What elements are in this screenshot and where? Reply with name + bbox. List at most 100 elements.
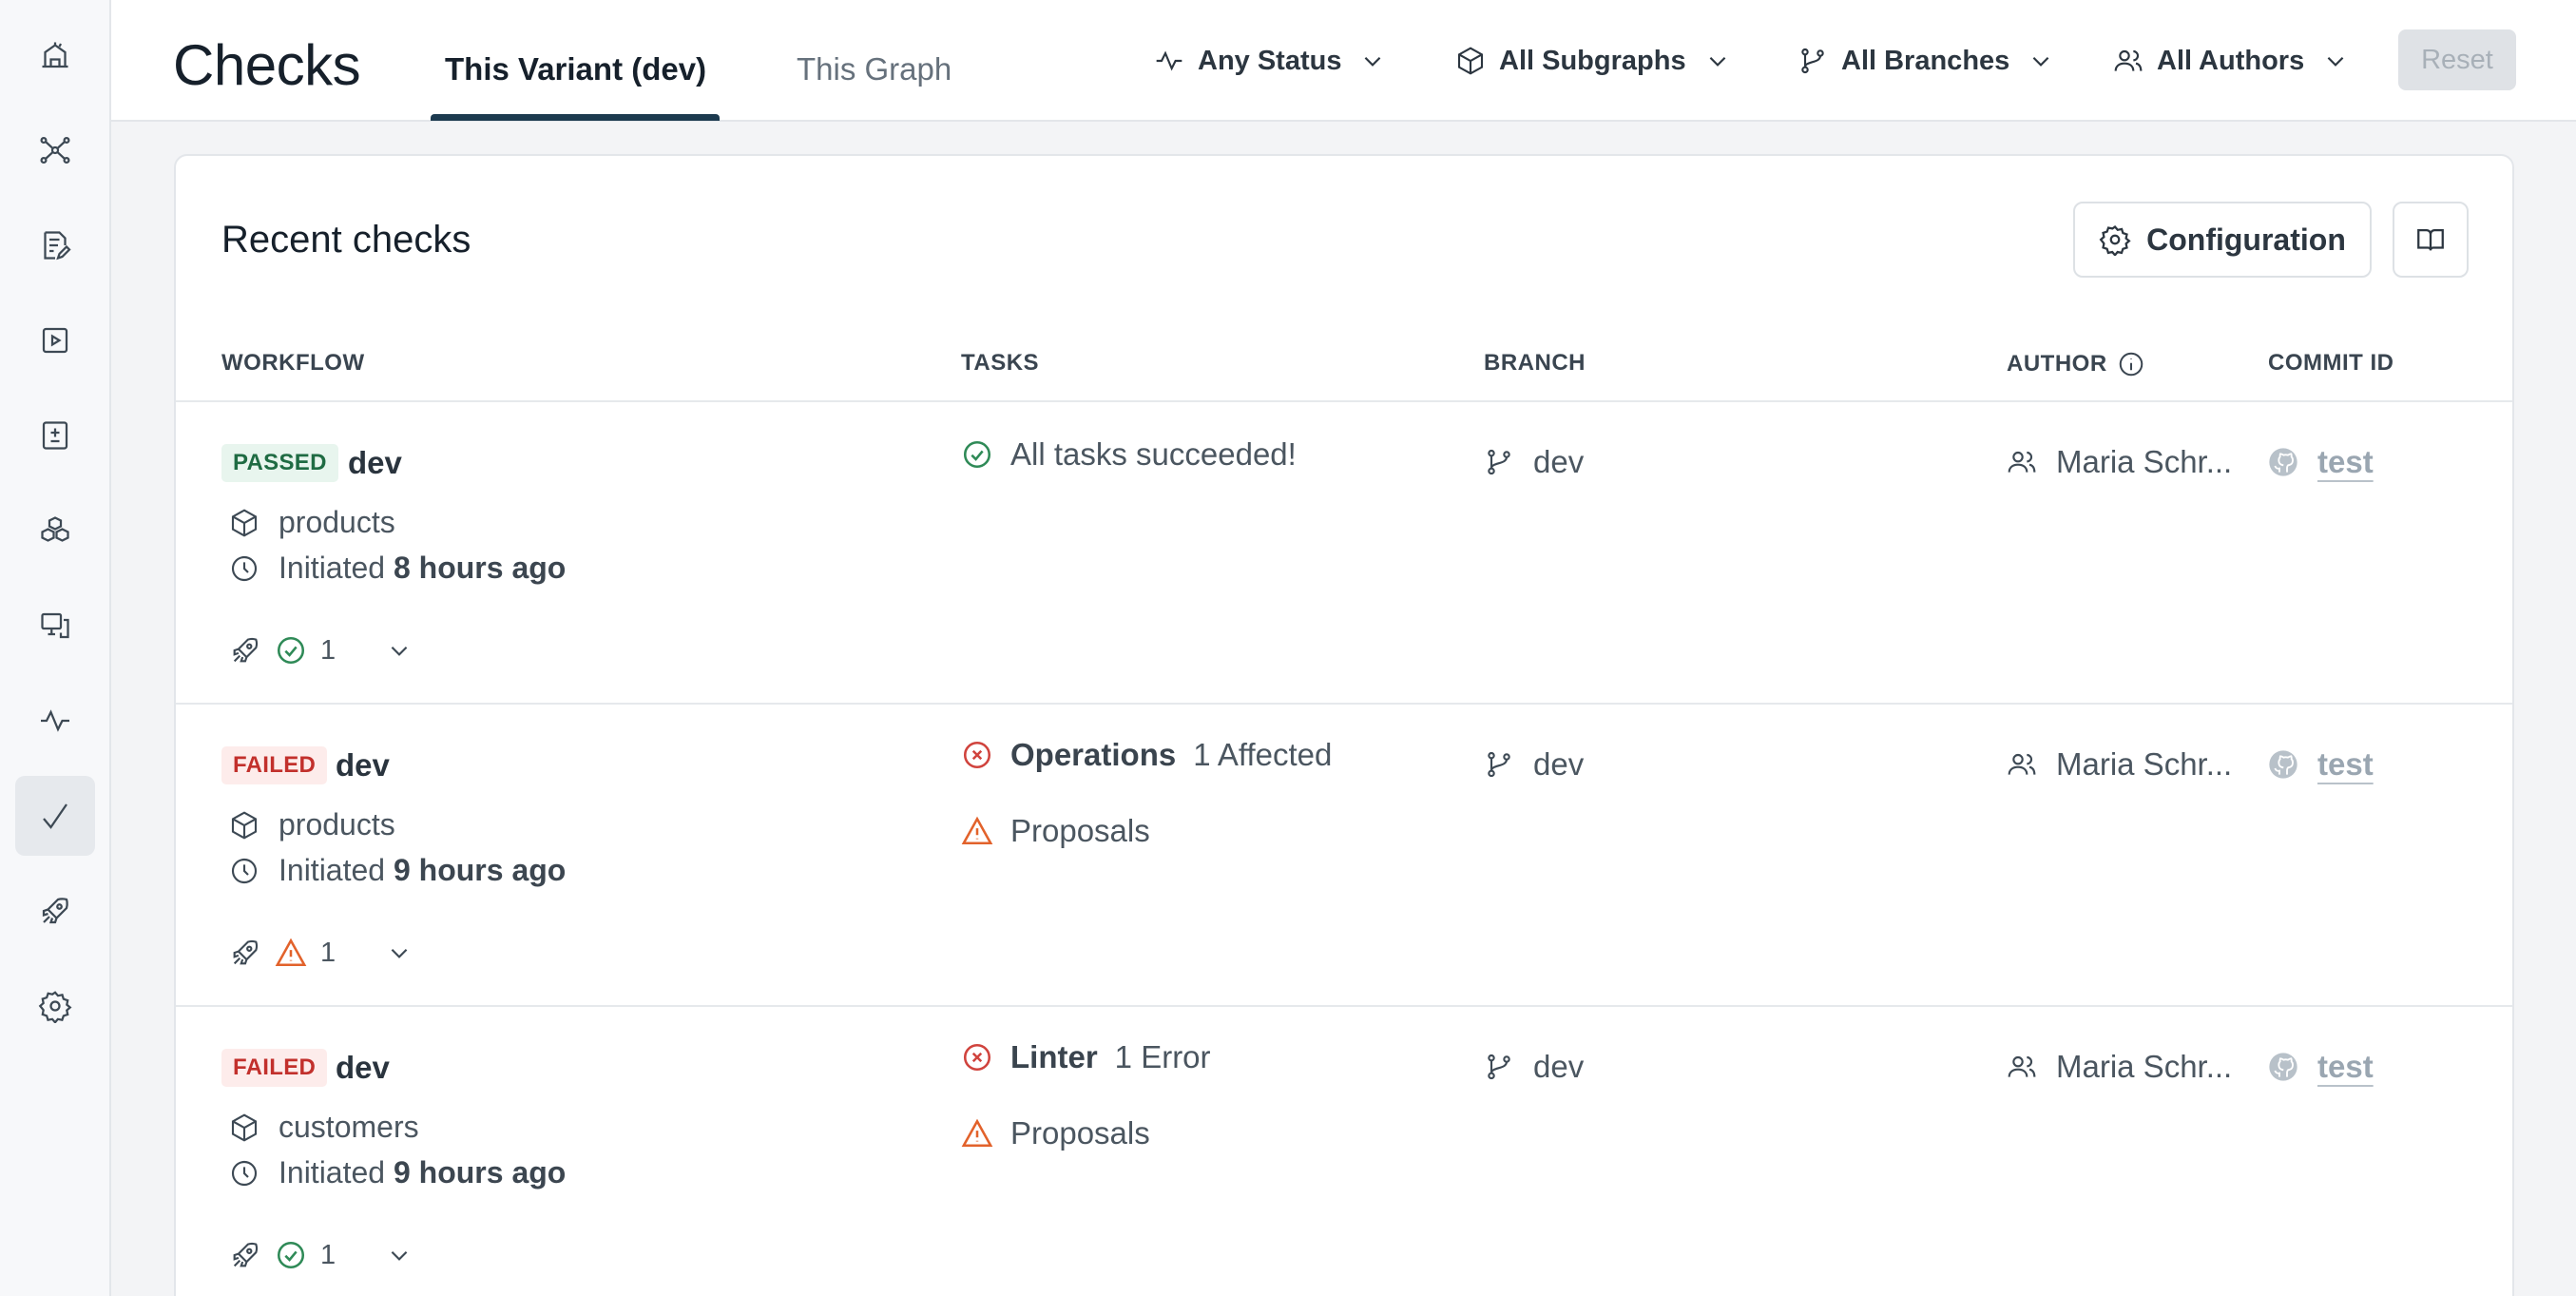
box-icon <box>231 508 258 537</box>
subgraphs-icon[interactable] <box>15 491 95 571</box>
launches-icon <box>233 939 259 965</box>
explorer-play-icon[interactable] <box>15 300 95 380</box>
error-circle-icon <box>963 1043 991 1072</box>
tab-this-graph[interactable]: This Graph <box>797 51 952 87</box>
task-item[interactable]: Proposals <box>961 1115 1150 1151</box>
table-row[interactable]: PASSED dev products Initiated 8 hours ag… <box>176 402 2512 705</box>
workflow-variant: dev <box>348 445 402 480</box>
col-header-tasks: TASKS <box>961 350 1040 376</box>
branch-icon <box>1801 48 1824 74</box>
col-header-workflow: WORKFLOW <box>221 350 365 376</box>
commit-cell[interactable]: test <box>2268 444 2374 480</box>
col-header-branch: BRANCH <box>1484 350 1586 376</box>
settings-icon[interactable] <box>15 966 95 1046</box>
chevron-down-icon[interactable] <box>387 638 412 663</box>
docs-button[interactable] <box>2393 202 2469 278</box>
workflow-variant: dev <box>336 747 390 783</box>
status-badge: FAILED <box>221 746 328 784</box>
subgraph-name: products <box>279 505 395 539</box>
workflow-variant: dev <box>336 1050 390 1085</box>
check-circle-icon <box>963 440 991 469</box>
initiated-line: Initiated 9 hours ago <box>229 1155 566 1190</box>
launches-icon[interactable] <box>15 871 95 951</box>
commit-link[interactable]: test <box>2317 444 2374 480</box>
insights-icon[interactable] <box>15 681 95 761</box>
branch-icon <box>1488 1054 1510 1080</box>
status-badge: PASSED <box>221 444 338 482</box>
author-name: Maria Schr... <box>2056 1049 2233 1084</box>
author-cell: Maria Schr... <box>2007 1049 2232 1085</box>
summary-count: 1 <box>320 1239 336 1270</box>
page-title: Checks <box>173 33 361 97</box>
col-header-commit: COMMIT ID <box>2268 350 2394 376</box>
task-item[interactable]: Proposals <box>961 813 1150 849</box>
home-icon[interactable] <box>15 15 95 95</box>
task-summary[interactable]: 1 <box>229 937 412 969</box>
warning-icon <box>961 1118 993 1148</box>
reset-button[interactable]: Reset <box>2398 29 2516 90</box>
configuration-label: Configuration <box>2146 222 2346 257</box>
subgraph-line: customers <box>229 1110 419 1145</box>
subgraph-name: customers <box>279 1110 419 1144</box>
author-cell: Maria Schr... <box>2007 444 2232 480</box>
task-label: Operations <box>1010 737 1177 772</box>
changelog-icon[interactable] <box>15 396 95 475</box>
branch-filter[interactable]: All Branches <box>1797 42 2053 80</box>
subgraph-filter[interactable]: All Subgraphs <box>1455 42 1730 80</box>
task-item[interactable]: Linter 1 Error <box>961 1039 1211 1075</box>
author-name: Maria Schr... <box>2056 746 2233 782</box>
configuration-button[interactable]: Configuration <box>2073 202 2372 278</box>
check-circle-icon <box>277 636 305 665</box>
chevron-down-icon[interactable] <box>387 1243 412 1267</box>
warning-icon <box>275 938 307 967</box>
task-item[interactable]: Operations 1 Affected <box>961 737 1332 773</box>
github-icon <box>2269 448 2297 476</box>
task-summary[interactable]: 1 <box>229 1239 412 1271</box>
graph-icon[interactable] <box>15 110 95 190</box>
status-badge: FAILED <box>221 1049 328 1087</box>
table-row[interactable]: FAILED dev customers Initiated 9 hours a… <box>176 1007 2512 1296</box>
task-detail: 1 Affected <box>1193 737 1333 772</box>
task-summary[interactable]: 1 <box>229 634 412 667</box>
active-tab-indicator <box>431 114 720 121</box>
tab-this-variant[interactable]: This Variant (dev) <box>445 51 706 87</box>
clock-icon <box>231 555 258 581</box>
launches-icon <box>233 637 259 663</box>
chevron-down-icon[interactable] <box>387 940 412 965</box>
initiated-time: 9 hours ago <box>393 853 567 887</box>
commit-link[interactable]: test <box>2317 746 2374 783</box>
github-icon <box>2269 1053 2297 1081</box>
chevron-down-icon <box>1365 56 1381 67</box>
box-icon <box>231 810 258 840</box>
table-row[interactable]: FAILED dev products Initiated 9 hours ag… <box>176 705 2512 1007</box>
schema-edit-icon[interactable] <box>15 205 95 285</box>
task-item[interactable]: All tasks succeeded! <box>961 436 1297 473</box>
commit-cell[interactable]: test <box>2268 746 2374 783</box>
branch-icon <box>1488 449 1510 475</box>
github-icon <box>2269 750 2297 779</box>
chevron-down-icon <box>2032 56 2049 67</box>
users-icon <box>2008 1055 2036 1077</box>
commit-link[interactable]: test <box>2317 1049 2374 1085</box>
initiated-line: Initiated 9 hours ago <box>229 853 566 888</box>
commit-cell[interactable]: test <box>2268 1049 2374 1085</box>
card-title: Recent checks <box>221 219 471 261</box>
info-icon[interactable] <box>2117 350 2145 378</box>
initiated-line: Initiated 8 hours ago <box>229 551 566 586</box>
error-circle-icon <box>963 741 991 769</box>
task-label: Linter <box>1010 1039 1098 1074</box>
branch-name: dev <box>1533 1049 1585 1084</box>
subgraph-line: products <box>229 505 395 540</box>
summary-count: 1 <box>320 937 336 968</box>
clock-icon <box>231 1160 258 1186</box>
author-filter[interactable]: All Authors <box>2113 42 2348 80</box>
box-icon <box>1457 47 1484 75</box>
checks-icon[interactable] <box>15 776 95 856</box>
chevron-down-icon <box>2327 56 2344 67</box>
initiated-prefix: Initiated <box>279 551 386 585</box>
status-filter[interactable]: Any Status <box>1154 42 1385 80</box>
subgraph-filter-label: All Subgraphs <box>1499 45 1686 76</box>
initiated-prefix: Initiated <box>279 853 386 887</box>
initiated-prefix: Initiated <box>279 1155 386 1190</box>
clients-icon[interactable] <box>15 586 95 666</box>
